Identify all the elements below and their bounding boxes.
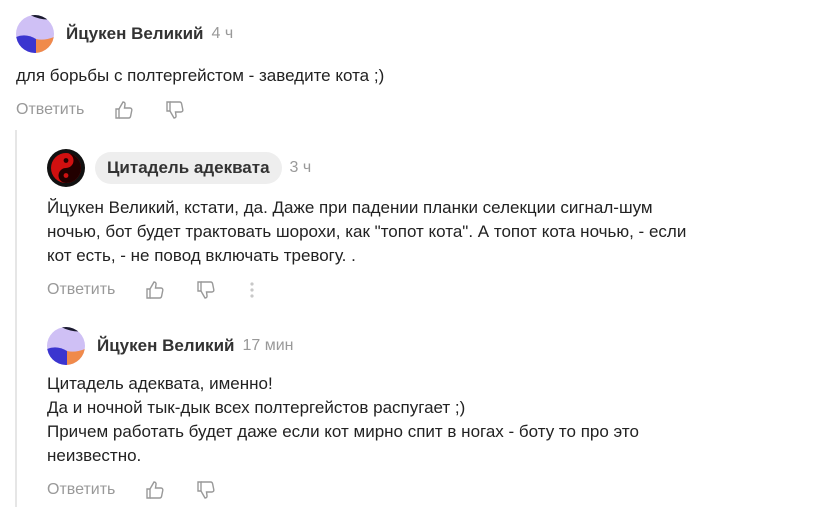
timestamp[interactable]: 17 мин bbox=[242, 337, 293, 355]
avatar[interactable] bbox=[47, 149, 85, 187]
author-name[interactable]: Йцукен Великий bbox=[97, 336, 234, 356]
like-icon[interactable] bbox=[112, 98, 136, 122]
author-name[interactable]: Цитадель адеквата bbox=[95, 152, 282, 184]
more-options-icon[interactable] bbox=[240, 278, 264, 302]
reply-button[interactable]: Ответить bbox=[47, 481, 115, 499]
comment-text: Йцукен Великий, кстати, да. Даже при пад… bbox=[47, 198, 687, 265]
like-icon[interactable] bbox=[143, 278, 167, 302]
comment-actions: Ответить bbox=[16, 98, 806, 122]
comment: Йцукен Великий 17 мин Цитадель адеквата,… bbox=[47, 326, 812, 502]
avatar[interactable] bbox=[47, 327, 85, 365]
dislike-icon[interactable] bbox=[163, 98, 187, 122]
like-icon[interactable] bbox=[143, 478, 167, 502]
reply-button[interactable]: Ответить bbox=[16, 101, 84, 119]
comment-actions: Ответить bbox=[47, 278, 812, 302]
comment-actions: Ответить bbox=[47, 478, 812, 502]
comment-header: Йцукен Великий 17 мин bbox=[47, 326, 812, 366]
reply-button[interactable]: Ответить bbox=[47, 281, 115, 299]
timestamp[interactable]: 4 ч bbox=[211, 25, 233, 43]
comment: Цитадель адеквата 3 ч Йцукен Великий, кс… bbox=[47, 148, 812, 302]
author-name[interactable]: Йцукен Великий bbox=[66, 24, 203, 44]
thread-line bbox=[15, 130, 17, 507]
timestamp[interactable]: 3 ч bbox=[290, 159, 312, 177]
comment-header: Цитадель адеквата 3 ч bbox=[47, 148, 812, 188]
dislike-icon[interactable] bbox=[194, 278, 218, 302]
dislike-icon[interactable] bbox=[194, 478, 218, 502]
comment-text: Цитадель адеквата, именно! Да и ночной т… bbox=[47, 374, 639, 465]
avatar[interactable] bbox=[16, 15, 54, 53]
comment: Йцукен Великий 4 ч для борьбы с полтерге… bbox=[16, 14, 806, 122]
comment-header: Йцукен Великий 4 ч bbox=[16, 14, 806, 54]
comment-text: для борьбы с полтергейстом - заведите ко… bbox=[16, 66, 385, 85]
